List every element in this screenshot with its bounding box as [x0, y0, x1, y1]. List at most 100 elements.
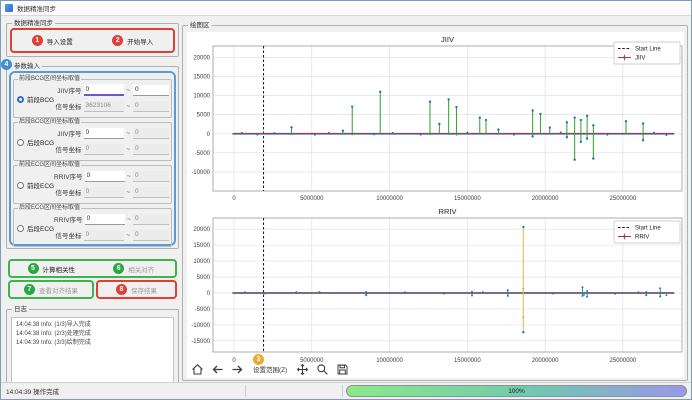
radio-front-ecg[interactable] [17, 182, 24, 189]
step-badge-6: 6 [113, 263, 124, 274]
radio-front-bcg[interactable] [17, 96, 24, 103]
param-highlight-box: 前段BCG区间坐标取值 前段BCG JIIV序号 ~ 信号坐标 [9, 71, 176, 246]
svg-text:-5000: -5000 [195, 151, 211, 157]
status-separator [245, 385, 246, 397]
svg-text:Start Line: Start Line [635, 226, 661, 232]
progress-text: 100% [508, 388, 525, 395]
rriv-index-label: RRIV序号 [54, 214, 83, 224]
svg-text:15000000: 15000000 [454, 196, 481, 202]
forward-icon[interactable] [231, 363, 244, 376]
svg-text:5000000: 5000000 [300, 196, 324, 202]
app-window: 数据精准同步 数据精准同步 1 导入设置 2 开始导入 参数输入 前段BCG区间… [0, 0, 692, 400]
jiiv-index-to-input[interactable] [133, 128, 169, 139]
rriv-index-from-input[interactable] [85, 171, 125, 182]
radio-front-ecg-label: 前段ECG [27, 180, 54, 190]
svg-text:15000: 15000 [193, 243, 210, 249]
svg-text:10000000: 10000000 [376, 196, 403, 202]
svg-text:15000: 15000 [193, 75, 210, 81]
rriv-index-from-input[interactable] [85, 214, 125, 225]
svg-text:5000: 5000 [197, 275, 211, 281]
svg-text:JIIV: JIIV [441, 35, 454, 44]
svg-text:10000000: 10000000 [376, 358, 403, 364]
signal-coord-to-input[interactable] [133, 230, 169, 241]
import-settings-button[interactable]: 1 导入设置 [12, 30, 93, 51]
svg-text:RRIV: RRIV [439, 207, 457, 216]
step-badge-8: 8 [116, 284, 127, 295]
signal-coord-to-input[interactable] [133, 101, 169, 112]
svg-text:0: 0 [207, 132, 211, 138]
set-range-button[interactable]: 3 设置范围(Z) [251, 363, 289, 375]
svg-text:20000: 20000 [193, 227, 210, 233]
correlation-align-label: 相关对齐 [128, 264, 154, 274]
rriv-index-to-input[interactable] [133, 214, 169, 225]
mpl-toolbar: 3 设置范围(Z) [191, 361, 349, 377]
pan-icon[interactable] [296, 363, 309, 376]
save-result-button[interactable]: 8 保存结果 [98, 282, 175, 297]
home-icon[interactable] [191, 363, 204, 376]
correlation-align-button[interactable]: 6 相关对齐 [93, 261, 176, 276]
jiiv-index-label: JIIV序号 [54, 128, 82, 138]
progress-bar: 100% [346, 385, 687, 397]
jiiv-chart[interactable]: -10000-500005000100001500020000050000001… [187, 34, 685, 206]
set-range-label: 设置范围(Z) [253, 367, 287, 374]
start-import-button[interactable]: 2 开始导入 [93, 30, 174, 51]
param-groupbox: 参数输入 前段BCG区间坐标取值 前段BCG JIIV序号 ~ [6, 66, 179, 249]
signal-coord-from-input[interactable] [84, 187, 124, 198]
compute-correlation-button[interactable]: 5 计算相关性 [10, 261, 93, 276]
svg-text:-10000: -10000 [191, 323, 210, 329]
signal-coord-from-input[interactable] [84, 230, 124, 241]
svg-text:10000: 10000 [193, 259, 210, 265]
range-tilde: ~ [127, 216, 131, 223]
plot-groupbox: 绘图区 -10000-50000500010000150002000005000… [182, 25, 688, 381]
signal-coord-to-input[interactable] [133, 187, 169, 198]
rriv-index-label: RRIV序号 [54, 171, 83, 181]
rriv-chart[interactable]: -15000-10000-500005000100001500020000050… [187, 206, 685, 369]
param-section-rear-bcg: 后段BCG区间坐标取值 后段BCG JIIV序号 ~ 信号坐标 [13, 122, 172, 161]
jiiv-index-from-input[interactable] [84, 84, 124, 96]
sync-group-label: 数据精准同步 [12, 20, 55, 27]
step-badge-7: 7 [24, 284, 35, 295]
view-align-result-button[interactable]: 7 查看对齐结果 [10, 282, 92, 297]
svg-text:0: 0 [207, 291, 211, 297]
figure-canvas[interactable]: -10000 -5000 0 5000 10000 15000 20000 0 5000000 1… [187, 32, 684, 378]
range-tilde: ~ [127, 173, 131, 180]
back-icon[interactable] [211, 363, 224, 376]
jiiv-index-to-input[interactable] [133, 85, 169, 96]
radio-rear-bcg-label: 后段BCG [27, 137, 54, 147]
radio-front-bcg-label: 前段BCG [27, 94, 54, 104]
jiiv-index-label: JIIV序号 [54, 85, 82, 95]
svg-text:-5000: -5000 [195, 307, 211, 313]
compute-correlation-label: 计算相关性 [43, 264, 76, 274]
range-tilde: ~ [126, 146, 132, 153]
svg-text:20000: 20000 [193, 55, 210, 61]
svg-text:0: 0 [232, 196, 236, 202]
signal-coord-to-input[interactable] [133, 144, 169, 155]
range-tilde: ~ [126, 87, 132, 94]
app-icon [5, 4, 13, 12]
svg-text:-15000: -15000 [191, 339, 210, 345]
svg-text:Start Line: Start Line [635, 47, 661, 53]
save-icon[interactable] [336, 363, 349, 376]
radio-rear-ecg-label: 后段ECG [27, 223, 54, 233]
correlate-highlight-box: 5 计算相关性 6 相关对齐 [8, 259, 177, 278]
svg-text:RRIV: RRIV [635, 235, 649, 241]
signal-coord-from-input[interactable] [84, 101, 124, 112]
zoom-icon[interactable] [316, 363, 329, 376]
log-line: 14:04:39 Info: (3/3)绘制完成 [16, 339, 169, 348]
view-align-result-label: 查看对齐结果 [39, 285, 78, 295]
rriv-index-to-input[interactable] [133, 171, 169, 182]
param-group-label: 参数输入 [12, 63, 42, 70]
radio-rear-bcg[interactable] [17, 139, 24, 146]
signal-coord-label: 信号坐标 [54, 187, 82, 197]
plot-panel: 绘图区 -10000-50000500010000150002000005000… [182, 17, 688, 381]
range-tilde: ~ [126, 189, 132, 196]
radio-rear-ecg[interactable] [17, 225, 24, 232]
jiiv-index-from-input[interactable] [84, 128, 124, 139]
signal-coord-label: 信号坐标 [54, 101, 82, 111]
range-tilde: ~ [126, 103, 132, 110]
signal-coord-from-input[interactable] [84, 144, 124, 155]
log-group-label: 日志 [12, 306, 29, 313]
status-bar: 14:04:39 操作完成 100% [1, 382, 691, 399]
step-badge-4: 4 [1, 59, 12, 70]
step-badge-2: 2 [112, 35, 123, 46]
